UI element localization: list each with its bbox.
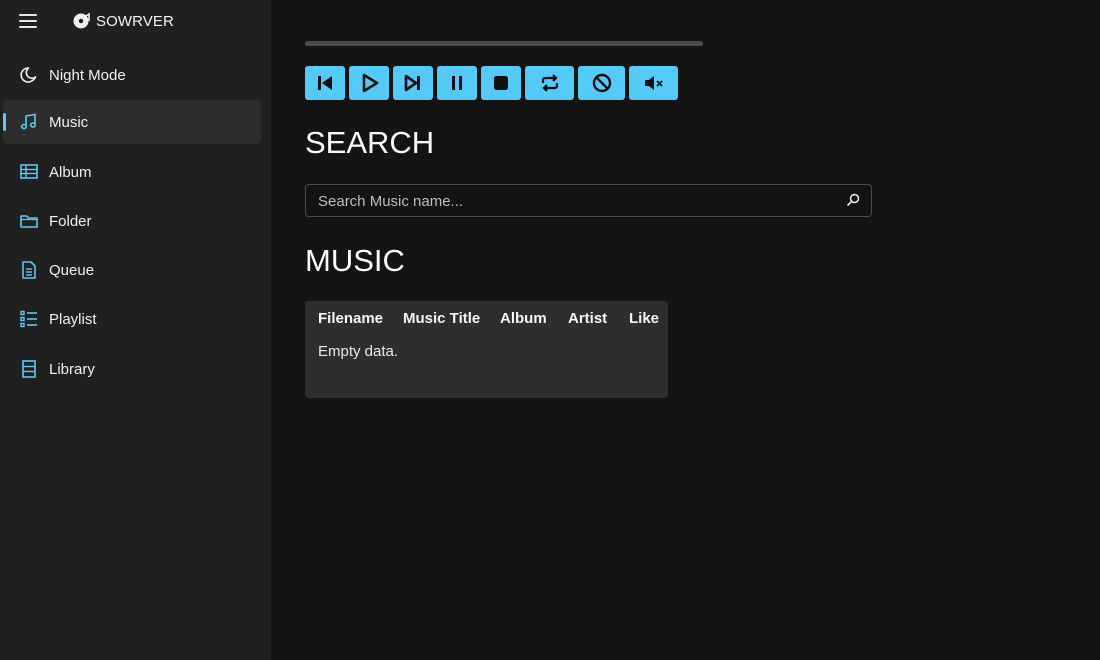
- pause-icon: [452, 76, 462, 90]
- sidebar-item-label: Music: [49, 113, 89, 131]
- vinyl-logo-icon: [73, 12, 90, 29]
- sidebar-item-label: Library: [49, 360, 95, 378]
- active-indicator: [3, 113, 6, 131]
- next-button[interactable]: [393, 66, 433, 100]
- sidebar-item-night-mode[interactable]: Night Mode: [3, 53, 261, 97]
- playlist-icon: [20, 310, 37, 328]
- repeat-icon: [541, 74, 558, 92]
- sidebar: SOWRVER Night Mode Music Album Folder Qu…: [0, 0, 271, 660]
- document-icon: [22, 261, 36, 279]
- sidebar-item-music[interactable]: Music: [3, 100, 261, 144]
- music-table: Filename Music Title Album Artist Like E…: [305, 301, 668, 398]
- moon-icon: [20, 67, 37, 83]
- search-heading: SEARCH: [305, 125, 435, 160]
- pause-button[interactable]: [437, 66, 477, 100]
- block-button[interactable]: [578, 66, 625, 100]
- search-input[interactable]: [316, 185, 830, 218]
- folder-icon: [20, 215, 38, 228]
- playback-progress-bar[interactable]: [305, 41, 703, 46]
- mute-button[interactable]: [629, 66, 678, 100]
- column-header-artist[interactable]: Artist: [568, 310, 629, 327]
- empty-data-message: Empty data.: [318, 343, 399, 360]
- player-controls: [305, 66, 678, 100]
- skip-previous-icon: [318, 76, 332, 90]
- previous-button[interactable]: [305, 66, 345, 100]
- column-header-filename[interactable]: Filename: [318, 310, 403, 327]
- column-header-music-title[interactable]: Music Title: [403, 310, 500, 327]
- column-header-album[interactable]: Album: [500, 310, 568, 327]
- table-header: Filename Music Title Album Artist Like: [318, 310, 659, 327]
- stop-icon: [494, 76, 508, 90]
- search-box: [305, 184, 872, 218]
- stop-button[interactable]: [481, 66, 521, 100]
- search-icon[interactable]: [845, 192, 861, 208]
- block-icon: [592, 73, 611, 93]
- sidebar-item-label: Night Mode: [49, 66, 126, 84]
- music-note-icon: [20, 113, 37, 130]
- sidebar-item-label: Folder: [49, 212, 92, 230]
- sidebar-item-library[interactable]: Library: [3, 347, 261, 391]
- hamburger-menu-icon[interactable]: [19, 14, 37, 28]
- mute-icon: [644, 76, 663, 90]
- sidebar-item-label: Playlist: [49, 310, 97, 328]
- sidebar-item-album[interactable]: Album: [3, 150, 261, 194]
- brand-name: SOWRVER: [96, 12, 174, 30]
- sidebar-item-label: Album: [49, 163, 92, 181]
- brand[interactable]: SOWRVER: [73, 12, 174, 30]
- library-icon: [22, 360, 36, 378]
- music-heading: MUSIC: [305, 243, 405, 278]
- sidebar-item-playlist[interactable]: Playlist: [3, 297, 261, 341]
- album-grid-icon: [20, 164, 38, 179]
- column-header-like[interactable]: Like: [629, 310, 659, 327]
- repeat-button[interactable]: [525, 66, 574, 100]
- top-bar: SOWRVER: [0, 0, 271, 44]
- sidebar-item-label: Queue: [49, 261, 95, 279]
- sidebar-item-queue[interactable]: Queue: [3, 248, 261, 292]
- play-icon: [362, 73, 379, 93]
- skip-next-icon: [404, 74, 420, 92]
- sidebar-item-folder[interactable]: Folder: [3, 199, 261, 243]
- play-button[interactable]: [349, 66, 389, 100]
